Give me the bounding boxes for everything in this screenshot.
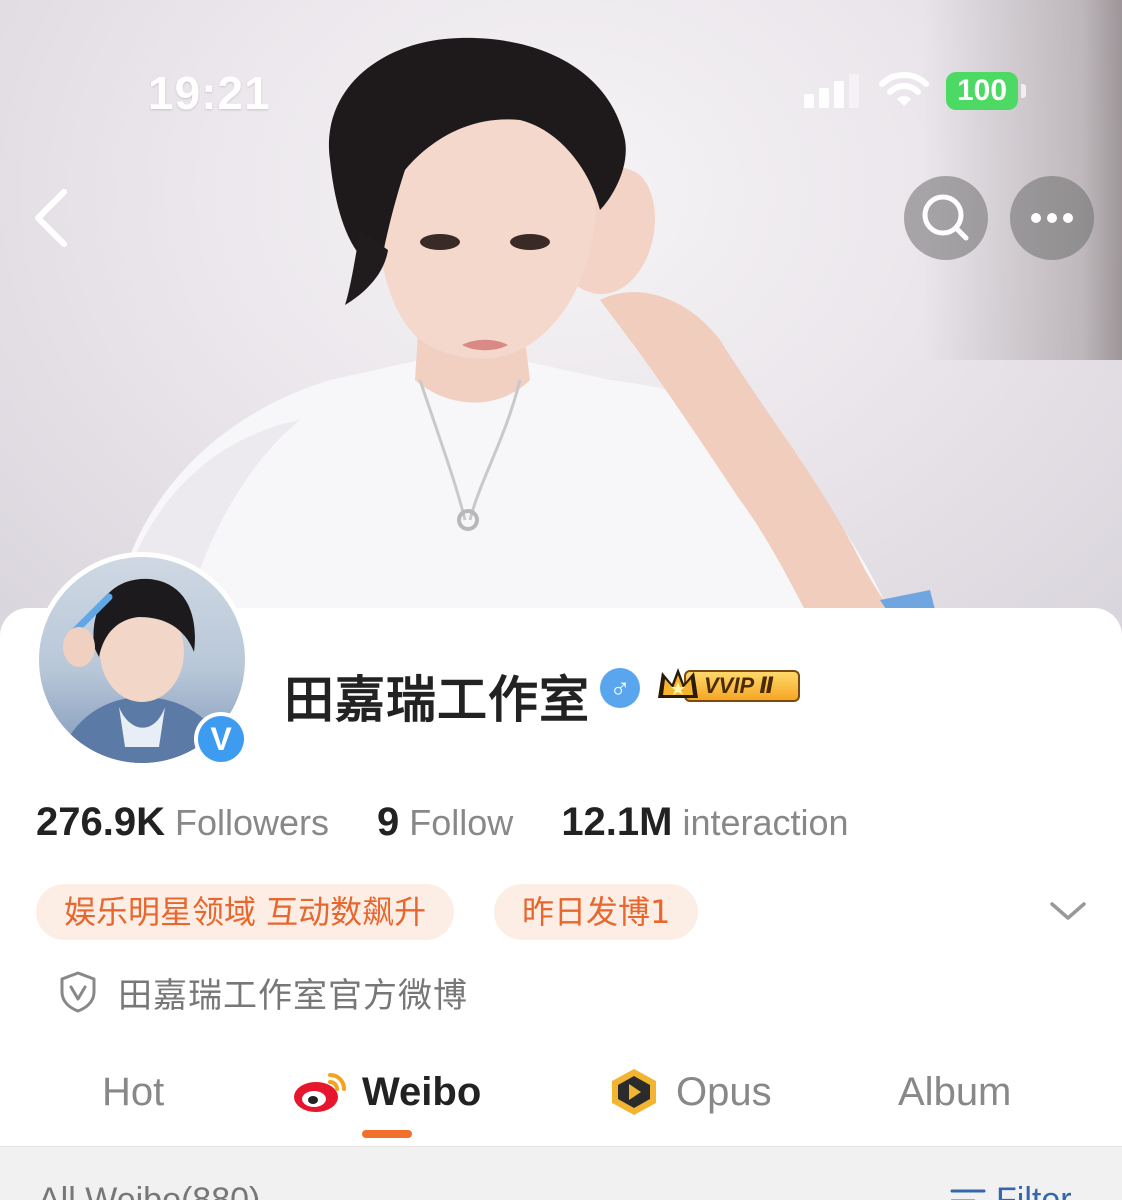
tab-opus-label: Opus (676, 1069, 772, 1114)
status-time: 19:21 (148, 67, 271, 119)
tab-opus[interactable]: Opus (606, 1062, 772, 1122)
interaction-label: interaction (682, 802, 849, 843)
tab-weibo[interactable]: Weibo (292, 1062, 481, 1122)
expand-button[interactable] (1046, 896, 1090, 926)
verified-v-icon: V (198, 716, 244, 762)
verification-info: 田嘉瑞工作室官方微博 (58, 964, 468, 1020)
opus-play-icon (612, 1069, 656, 1115)
more-options-button[interactable] (1010, 176, 1094, 260)
filter-label: Filter (996, 1181, 1072, 1200)
followers-count: 276.9K (36, 800, 165, 844)
tag-entertainment-trend[interactable]: 娱乐明星领域 互动数飙升 (36, 884, 455, 940)
profile-tabs: Hot Weibo Opus Album (0, 1052, 1122, 1148)
search-button[interactable] (904, 176, 988, 260)
chevron-down-icon (1050, 902, 1086, 920)
tab-hot-label: Hot (102, 1069, 165, 1114)
follow-stat[interactable]: 9 Follow (377, 800, 513, 845)
follow-count: 9 (377, 800, 400, 844)
interaction-stat[interactable]: 12.1M interaction (561, 800, 848, 845)
active-tab-indicator (362, 1130, 412, 1138)
interaction-count: 12.1M (561, 800, 673, 844)
filter-icon (950, 1189, 986, 1200)
profile-stats: 276.9K Followers 9 Follow 12.1M interaction (36, 800, 897, 856)
verification-text: 田嘉瑞工作室官方微博 (118, 975, 468, 1016)
back-button[interactable] (20, 180, 80, 250)
wifi-icon (879, 72, 929, 106)
follow-label: Follow (409, 802, 514, 843)
followers-label: Followers (174, 802, 330, 843)
tab-hot[interactable]: Hot (102, 1062, 164, 1122)
shield-icon (60, 971, 96, 1013)
profile-name: 田嘉瑞工作室 (284, 671, 590, 729)
verified-badge: V (194, 712, 248, 766)
battery-indicator: 100 (946, 72, 1026, 110)
search-icon (922, 194, 969, 241)
all-weibo-count[interactable]: All Weibo(880) (38, 1181, 260, 1200)
male-gender-icon: ♂ (600, 668, 640, 708)
feed-filter-bar: All Weibo(880) Filter (0, 1146, 1122, 1200)
tab-album-label: Album (898, 1069, 1012, 1114)
tab-weibo-label: Weibo (362, 1069, 482, 1114)
tag-posted-yesterday[interactable]: 昨日发博1 (494, 884, 699, 940)
weibo-logo-icon (294, 1073, 346, 1112)
followers-stat[interactable]: 276.9K Followers (36, 800, 329, 845)
crown-icon (658, 668, 698, 698)
chevron-left-icon (35, 189, 67, 247)
cellular-signal-icon (804, 74, 860, 108)
more-horizontal-icon (1031, 213, 1073, 223)
tab-album[interactable]: Album (898, 1062, 1011, 1122)
filter-button[interactable]: Filter (950, 1181, 1072, 1200)
vvip-badge[interactable]: VVIP Ⅱ (654, 662, 804, 706)
status-bar: 19:21 100 (0, 0, 1122, 180)
